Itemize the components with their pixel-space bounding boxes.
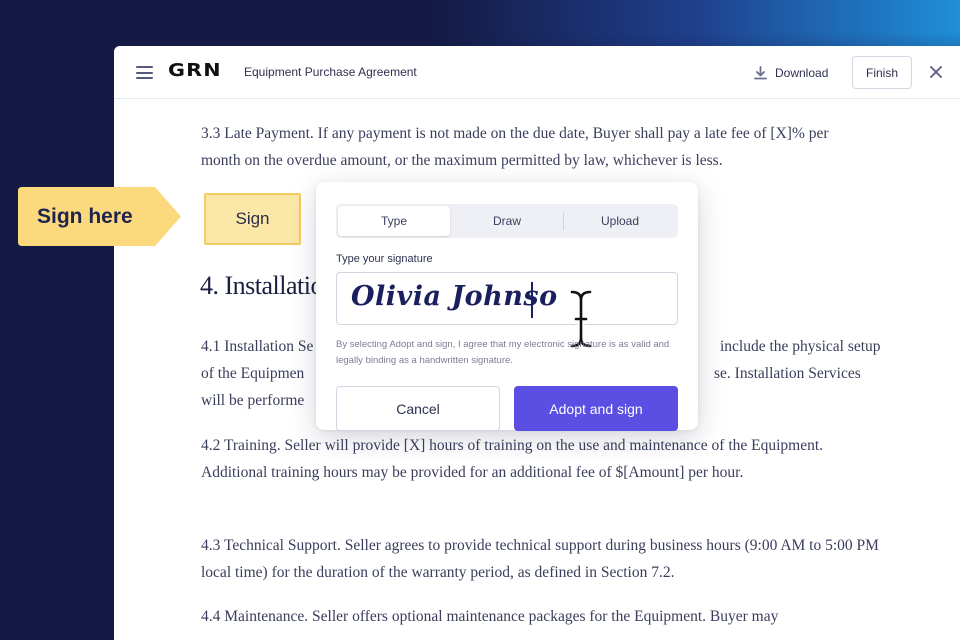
paragraph-4-1-line2-left: of the Equipmen [201,365,305,382]
paragraph-4-1-line1-left: 4.1 Installation Se [201,338,314,355]
paragraph-4-3: 4.3 Technical Support. Seller agrees to … [201,537,879,581]
paragraph-4-1-line1-right: include the physical setup [720,338,881,355]
document-title: Equipment Purchase Agreement [244,65,417,79]
text-caret [531,282,533,318]
download-button[interactable]: Download [754,62,828,84]
logo: GRN [168,60,222,81]
header-bar: GRN Equipment Purchase Agreement Downloa… [114,46,960,99]
download-label: Download [775,66,829,80]
sign-here-label: Sign here [37,204,133,228]
paragraph-4-1-line3-left: will be performe [201,392,305,409]
section-heading-4: 4. Installatio [200,271,323,300]
download-icon [754,66,767,80]
signature-text: Olivia Johnso [351,281,558,312]
paragraph-4-2: 4.2 Training. Seller will provide [X] ho… [201,437,824,481]
signature-modal: Type Draw Upload Type your signature Oli… [316,182,698,431]
menu-icon[interactable] [136,66,153,79]
close-icon[interactable] [928,64,944,80]
adopt-and-sign-button[interactable]: Adopt and sign [514,386,678,431]
tab-draw[interactable]: Draw [452,206,562,236]
legal-disclaimer: By selecting Adopt and sign, I agree tha… [336,339,670,366]
signature-method-tabs: Type Draw Upload [336,204,678,238]
paragraph-4-1-line2-right: se. Installation Services [714,365,861,382]
tab-type[interactable]: Type [338,206,450,236]
paragraph-4-4: 4.4 Maintenance. Seller offers optional … [201,608,779,625]
paragraph-3-3: 3.3 Late Payment. If any payment is not … [201,125,829,169]
sign-here-flag[interactable]: Sign here [18,187,181,246]
finish-button[interactable]: Finish [852,56,912,89]
cancel-button[interactable]: Cancel [336,386,500,431]
signature-field-label: Type your signature [336,253,433,265]
signature-input[interactable]: Olivia Johnso [336,272,678,325]
tab-upload[interactable]: Upload [564,206,676,236]
signature-field[interactable]: Sign [204,193,301,245]
